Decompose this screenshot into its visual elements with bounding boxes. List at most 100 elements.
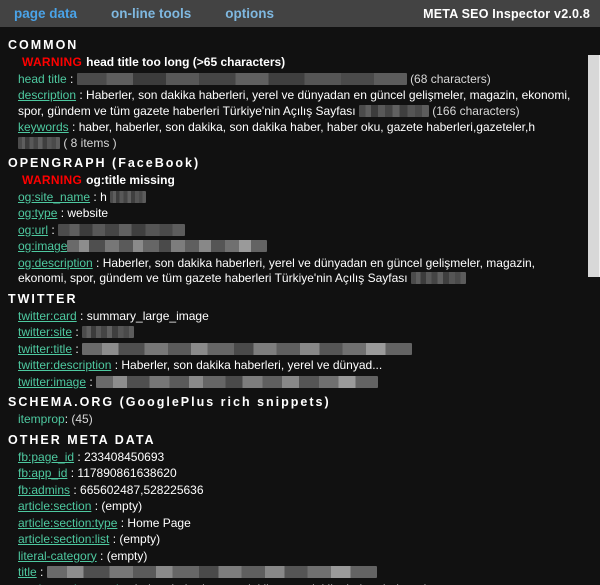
- meta-value: (empty): [106, 548, 148, 563]
- meta-separator: :: [72, 325, 83, 339]
- sections-container: COMMON WARNING head title too long (>65 ch…: [0, 38, 600, 585]
- meta-separator: :: [125, 582, 135, 585]
- meta-key-article-section-type[interactable]: article:section:type: [18, 516, 117, 530]
- meta-row: article:section : (empty): [18, 499, 600, 515]
- meta-count: ( 8 items ): [63, 135, 117, 150]
- redacted-value: [82, 326, 135, 338]
- meta-value: website: [67, 206, 109, 220]
- meta-key-og-type[interactable]: og:type: [18, 206, 57, 220]
- warning-row: WARNING og:title missing: [22, 173, 600, 189]
- meta-key-twitter-site[interactable]: twitter:site: [18, 325, 72, 339]
- app-toolbar: page data on-line tools options META SEO…: [0, 0, 600, 27]
- meta-key-head-title[interactable]: head title: [18, 72, 67, 86]
- meta-separator: :: [96, 548, 107, 563]
- meta-separator: :: [57, 206, 68, 220]
- meta-value: 117890861638620: [77, 466, 177, 480]
- meta-row: twitter:site :: [18, 325, 600, 341]
- meta-key-literal-category[interactable]: literal-category: [18, 549, 97, 563]
- meta-row: article:section:list : (empty): [18, 532, 600, 548]
- meta-key-itemprop[interactable]: itemprop: [18, 412, 65, 426]
- meta-separator: :: [76, 308, 87, 323]
- meta-row: twitter:title :: [18, 342, 600, 358]
- redacted-value: [46, 566, 377, 578]
- meta-separator: :: [70, 482, 81, 497]
- redacted-value: [82, 342, 413, 355]
- meta-data-panel[interactable]: COMMON WARNING head title too long (>65 ch…: [0, 27, 600, 585]
- meta-value: Haberler, son dakika haberleri, yerel ve…: [121, 358, 383, 372]
- app-title: META SEO Inspector v2.0.8: [423, 6, 590, 21]
- meta-count: (68 characters): [410, 71, 491, 86]
- meta-row: twitter:description : Haberler, son daki…: [18, 358, 600, 374]
- scrollbar-track[interactable]: [587, 27, 600, 585]
- nav-online-tools[interactable]: on-line tools: [111, 6, 191, 21]
- warning-row: WARNING head title too long (>65 characte…: [22, 55, 600, 71]
- meta-row: og:site_name : h: [18, 190, 600, 206]
- meta-key-twitter-image[interactable]: twitter:image: [18, 375, 86, 389]
- meta-row: literal-category : (empty): [18, 549, 600, 565]
- meta-key-article-section-list[interactable]: article:section:list: [18, 532, 109, 546]
- meta-count: (166 characters): [432, 103, 520, 118]
- redacted-value: [18, 136, 60, 149]
- redacted-value: [76, 72, 407, 85]
- meta-separator: :: [48, 222, 59, 237]
- meta-key-keywords[interactable]: keywords: [18, 120, 69, 134]
- meta-value: (empty): [101, 499, 143, 513]
- meta-value: (45): [71, 412, 93, 426]
- section-title-twitter: TWITTER: [8, 291, 78, 306]
- meta-row: keywords : haber, haberler, son dakika, …: [18, 120, 600, 151]
- meta-row: head title : (68 characters): [18, 72, 600, 88]
- redacted-value: [67, 240, 268, 252]
- meta-value: h: [100, 189, 107, 204]
- redacted-value: [96, 375, 379, 388]
- meta-value: haber, haberler, son dakika, son dakika …: [78, 120, 536, 134]
- section-title-opengraph-facebook: OPENGRAPH (FaceBook): [8, 156, 201, 170]
- meta-key-article-section[interactable]: article:section: [18, 499, 91, 513]
- meta-row: og:image: [18, 239, 600, 255]
- meta-row: description : Haberler, son dakika haber…: [18, 88, 600, 119]
- warning-label: WARNING: [22, 173, 83, 187]
- meta-separator: :: [76, 88, 87, 102]
- meta-row: fb:admins : 665602487,528225636: [18, 483, 600, 499]
- warning-label: WARNING: [22, 55, 83, 69]
- redacted-value: [58, 223, 186, 236]
- meta-separator: :: [66, 71, 77, 86]
- meta-key-og-site-name[interactable]: og:site_name: [18, 190, 90, 204]
- scrollbar-thumb[interactable]: [588, 55, 600, 277]
- meta-key-medyanet-keywords[interactable]: medyanet:keywords: [18, 582, 125, 585]
- meta-key-og-url[interactable]: og:url: [18, 223, 48, 237]
- meta-row: og:type : website: [18, 206, 600, 222]
- meta-separator: :: [72, 341, 83, 356]
- nav-page-data[interactable]: page data: [14, 6, 77, 21]
- meta-separator: :: [86, 374, 97, 389]
- meta-row: medyanet:keywords : haber, haberler, son…: [18, 582, 600, 585]
- meta-key-twitter-card[interactable]: twitter:card: [18, 309, 77, 323]
- meta-key-description[interactable]: description: [18, 88, 76, 102]
- meta-key-fb-app-id[interactable]: fb:app_id: [18, 466, 67, 480]
- meta-row: og:description : Haberler, son dakika ha…: [18, 256, 600, 287]
- section-title-other-meta-data: OTHER META DATA: [8, 432, 156, 447]
- meta-key-og-description[interactable]: og:description: [18, 256, 93, 270]
- meta-row: twitter:card : summary_large_image: [18, 309, 600, 325]
- meta-value: (empty): [119, 532, 161, 546]
- meta-value: summary_large_image: [86, 308, 209, 323]
- meta-row: itemprop: (45): [18, 412, 600, 428]
- meta-separator: :: [67, 466, 78, 480]
- meta-row: article:section:type : Home Page: [18, 516, 600, 532]
- meta-separator: :: [117, 515, 128, 530]
- meta-key-twitter-description[interactable]: twitter:description: [18, 358, 111, 372]
- meta-separator: :: [36, 565, 47, 579]
- meta-separator: :: [109, 532, 120, 546]
- section-title-common: COMMON: [8, 38, 79, 52]
- meta-separator: :: [91, 499, 102, 513]
- nav-options[interactable]: options: [225, 6, 274, 21]
- meta-key-fb-admins[interactable]: fb:admins: [18, 483, 70, 497]
- meta-key-fb-page-id[interactable]: fb:page_id: [18, 450, 74, 464]
- redacted-value: [110, 190, 147, 203]
- meta-row: twitter:image :: [18, 375, 600, 391]
- section-title-schema-org-googleplus-rich-snippets: SCHEMA.ORG (GooglePlus rich snippets): [8, 395, 331, 409]
- meta-key-og-image[interactable]: og:image: [18, 239, 67, 253]
- warning-text: head title too long (>65 characters): [86, 55, 286, 69]
- meta-row: fb:app_id : 117890861638620: [18, 466, 600, 482]
- meta-key-title[interactable]: title: [18, 565, 37, 579]
- meta-key-twitter-title[interactable]: twitter:title: [18, 342, 72, 356]
